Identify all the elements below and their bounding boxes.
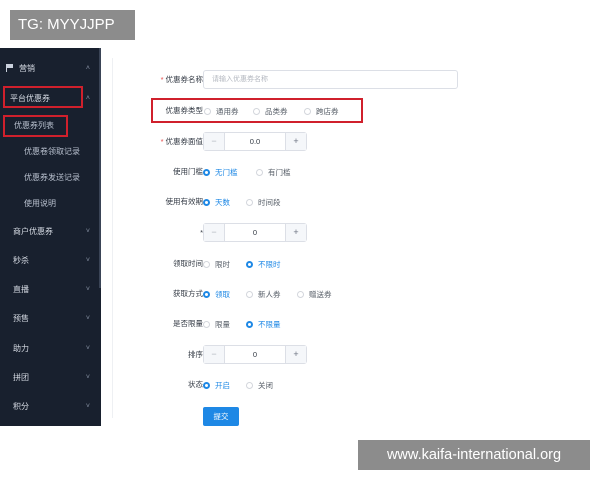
field-label: 状态	[188, 380, 203, 389]
sidebar-item-group-buy[interactable]: 拼团 ˅	[0, 364, 99, 390]
form-row-days: * − 0 +	[101, 223, 541, 243]
form-row-status: 状态 开启 关闭	[101, 375, 541, 395]
field-label: 使用有效期	[165, 197, 204, 206]
highlight-box-platform-coupon	[3, 86, 83, 108]
chevron-down-icon: ˅	[85, 285, 90, 293]
radio-checked-icon	[203, 290, 210, 298]
field-label: 是否限量	[173, 319, 203, 328]
chevron-up-icon: ˄	[85, 64, 90, 72]
sidebar-item-live[interactable]: 直播 ˅	[0, 276, 99, 302]
sidebar-item-points[interactable]: 积分 ˅	[0, 393, 99, 419]
sidebar-item-presale[interactable]: 预售 ˅	[0, 305, 99, 331]
field-label: 领取时间	[173, 259, 203, 268]
form-row-receive-method: 获取方式 领取 新人券 赠送券	[101, 284, 541, 304]
receive-time-unlimited-radio[interactable]: 不限时	[246, 254, 281, 274]
increment-button[interactable]: +	[285, 224, 306, 241]
increment-button[interactable]: +	[285, 346, 306, 363]
form-row-threshold: 使用门槛 无门槛 有门槛	[101, 162, 541, 182]
limit-unlimited-radio[interactable]: 不限量	[246, 314, 281, 334]
sidebar-item-label: 积分	[13, 401, 29, 411]
threshold-has-radio[interactable]: 有门槛	[256, 162, 291, 182]
sidebar-item-send-records[interactable]: 优惠券发送记录	[0, 164, 99, 190]
sidebar-item-label: 拼团	[13, 372, 29, 382]
days-input[interactable]: 0	[225, 224, 285, 241]
field-label: 获取方式	[173, 289, 203, 298]
sidebar-item-marketing[interactable]: 营销 ˄	[0, 55, 99, 81]
receive-method-gift-radio[interactable]: 赠送券	[297, 284, 332, 304]
sidebar-item-label: 直播	[13, 284, 29, 294]
form-row-receive-time: 领取时间 限时 不限时	[101, 254, 541, 274]
sidebar-item-label: 商户优惠券	[13, 226, 53, 236]
field-label: * 优惠券面值	[160, 137, 203, 146]
validity-period-radio[interactable]: 时间段	[246, 192, 281, 212]
chevron-down-icon: ˅	[85, 344, 90, 352]
sidebar-item-assist[interactable]: 助力 ˅	[0, 335, 99, 361]
status-off-radio[interactable]: 关闭	[246, 375, 273, 395]
threshold-none-radio[interactable]: 无门槛	[203, 162, 238, 182]
field-label: 使用门槛	[173, 167, 203, 176]
decrement-button[interactable]: −	[204, 346, 225, 363]
radio-checked-icon	[246, 320, 253, 328]
chevron-down-icon: ˅	[85, 227, 90, 235]
radio-icon	[297, 290, 304, 298]
chevron-down-icon: ˅	[85, 402, 90, 410]
chevron-down-icon: ˅	[85, 373, 90, 381]
form-row-name: * 优惠券名称 请输入优惠券名称	[101, 70, 541, 90]
radio-checked-icon	[203, 381, 210, 389]
receive-method-claim-radio[interactable]: 领取	[203, 284, 230, 304]
radio-icon	[246, 290, 253, 298]
sort-input[interactable]: 0	[225, 346, 285, 363]
chevron-down-icon: ˅	[85, 314, 90, 322]
submit-button[interactable]: 提交	[203, 407, 239, 426]
face-value-stepper[interactable]: − 0.0 +	[203, 132, 307, 151]
radio-icon	[203, 320, 210, 328]
chevron-up-icon: ˄	[85, 94, 90, 102]
radio-checked-icon	[203, 198, 210, 206]
sidebar-item-merchant-coupon[interactable]: 商户优惠券 ˅	[0, 218, 99, 244]
sidebar-item-label: 使用说明	[24, 198, 56, 208]
field-label: 排序	[188, 350, 203, 359]
sidebar-item-label: 优惠券发送记录	[24, 172, 80, 182]
form-row-limit: 是否限量 限量 不限量	[101, 314, 541, 334]
radio-icon	[256, 168, 263, 176]
increment-button[interactable]: +	[285, 133, 306, 150]
highlight-box-coupon-list	[3, 115, 68, 137]
radio-checked-icon	[246, 260, 253, 268]
watermark-top: TG: MYYJJPP	[10, 10, 135, 40]
sidebar-item-receive-records[interactable]: 优惠卷领取记录	[0, 138, 99, 164]
radio-checked-icon	[203, 168, 210, 176]
face-value-input[interactable]: 0.0	[225, 133, 285, 150]
chevron-down-icon: ˅	[85, 256, 90, 264]
sidebar-item-flash-sale[interactable]: 秒杀 ˅	[0, 247, 99, 273]
decrement-button[interactable]: −	[204, 133, 225, 150]
sidebar-item-label: 秒杀	[13, 255, 29, 265]
sidebar-item-label: 预售	[13, 313, 29, 323]
status-on-radio[interactable]: 开启	[203, 375, 230, 395]
validity-days-radio[interactable]: 天数	[203, 192, 230, 212]
sort-stepper[interactable]: − 0 +	[203, 345, 307, 364]
form-row-validity: 使用有效期 天数 时间段	[101, 192, 541, 212]
form-row-face-value: * 优惠券面值 − 0.0 +	[101, 132, 541, 152]
form-row-sort: 排序 − 0 +	[101, 345, 541, 365]
days-stepper[interactable]: − 0 +	[203, 223, 307, 242]
radio-icon	[203, 260, 210, 268]
flag-icon	[6, 64, 14, 72]
sidebar-item-label: 营销	[19, 63, 35, 73]
watermark-bottom: www.kaifa-international.org	[358, 440, 590, 470]
sidebar-item-label: 优惠卷领取记录	[24, 146, 80, 156]
radio-icon	[246, 198, 253, 206]
receive-method-newcomer-radio[interactable]: 新人券	[246, 284, 281, 304]
highlight-box-coupon-type	[151, 98, 363, 123]
field-label: * 优惠券名称	[160, 75, 203, 84]
limit-limited-radio[interactable]: 限量	[203, 314, 230, 334]
decrement-button[interactable]: −	[204, 224, 225, 241]
sidebar-item-label: 助力	[13, 343, 29, 353]
receive-time-limited-radio[interactable]: 限时	[203, 254, 230, 274]
coupon-name-input[interactable]: 请输入优惠券名称	[203, 70, 458, 89]
sidebar-item-usage-guide[interactable]: 使用说明	[0, 190, 99, 216]
radio-icon	[246, 381, 253, 389]
